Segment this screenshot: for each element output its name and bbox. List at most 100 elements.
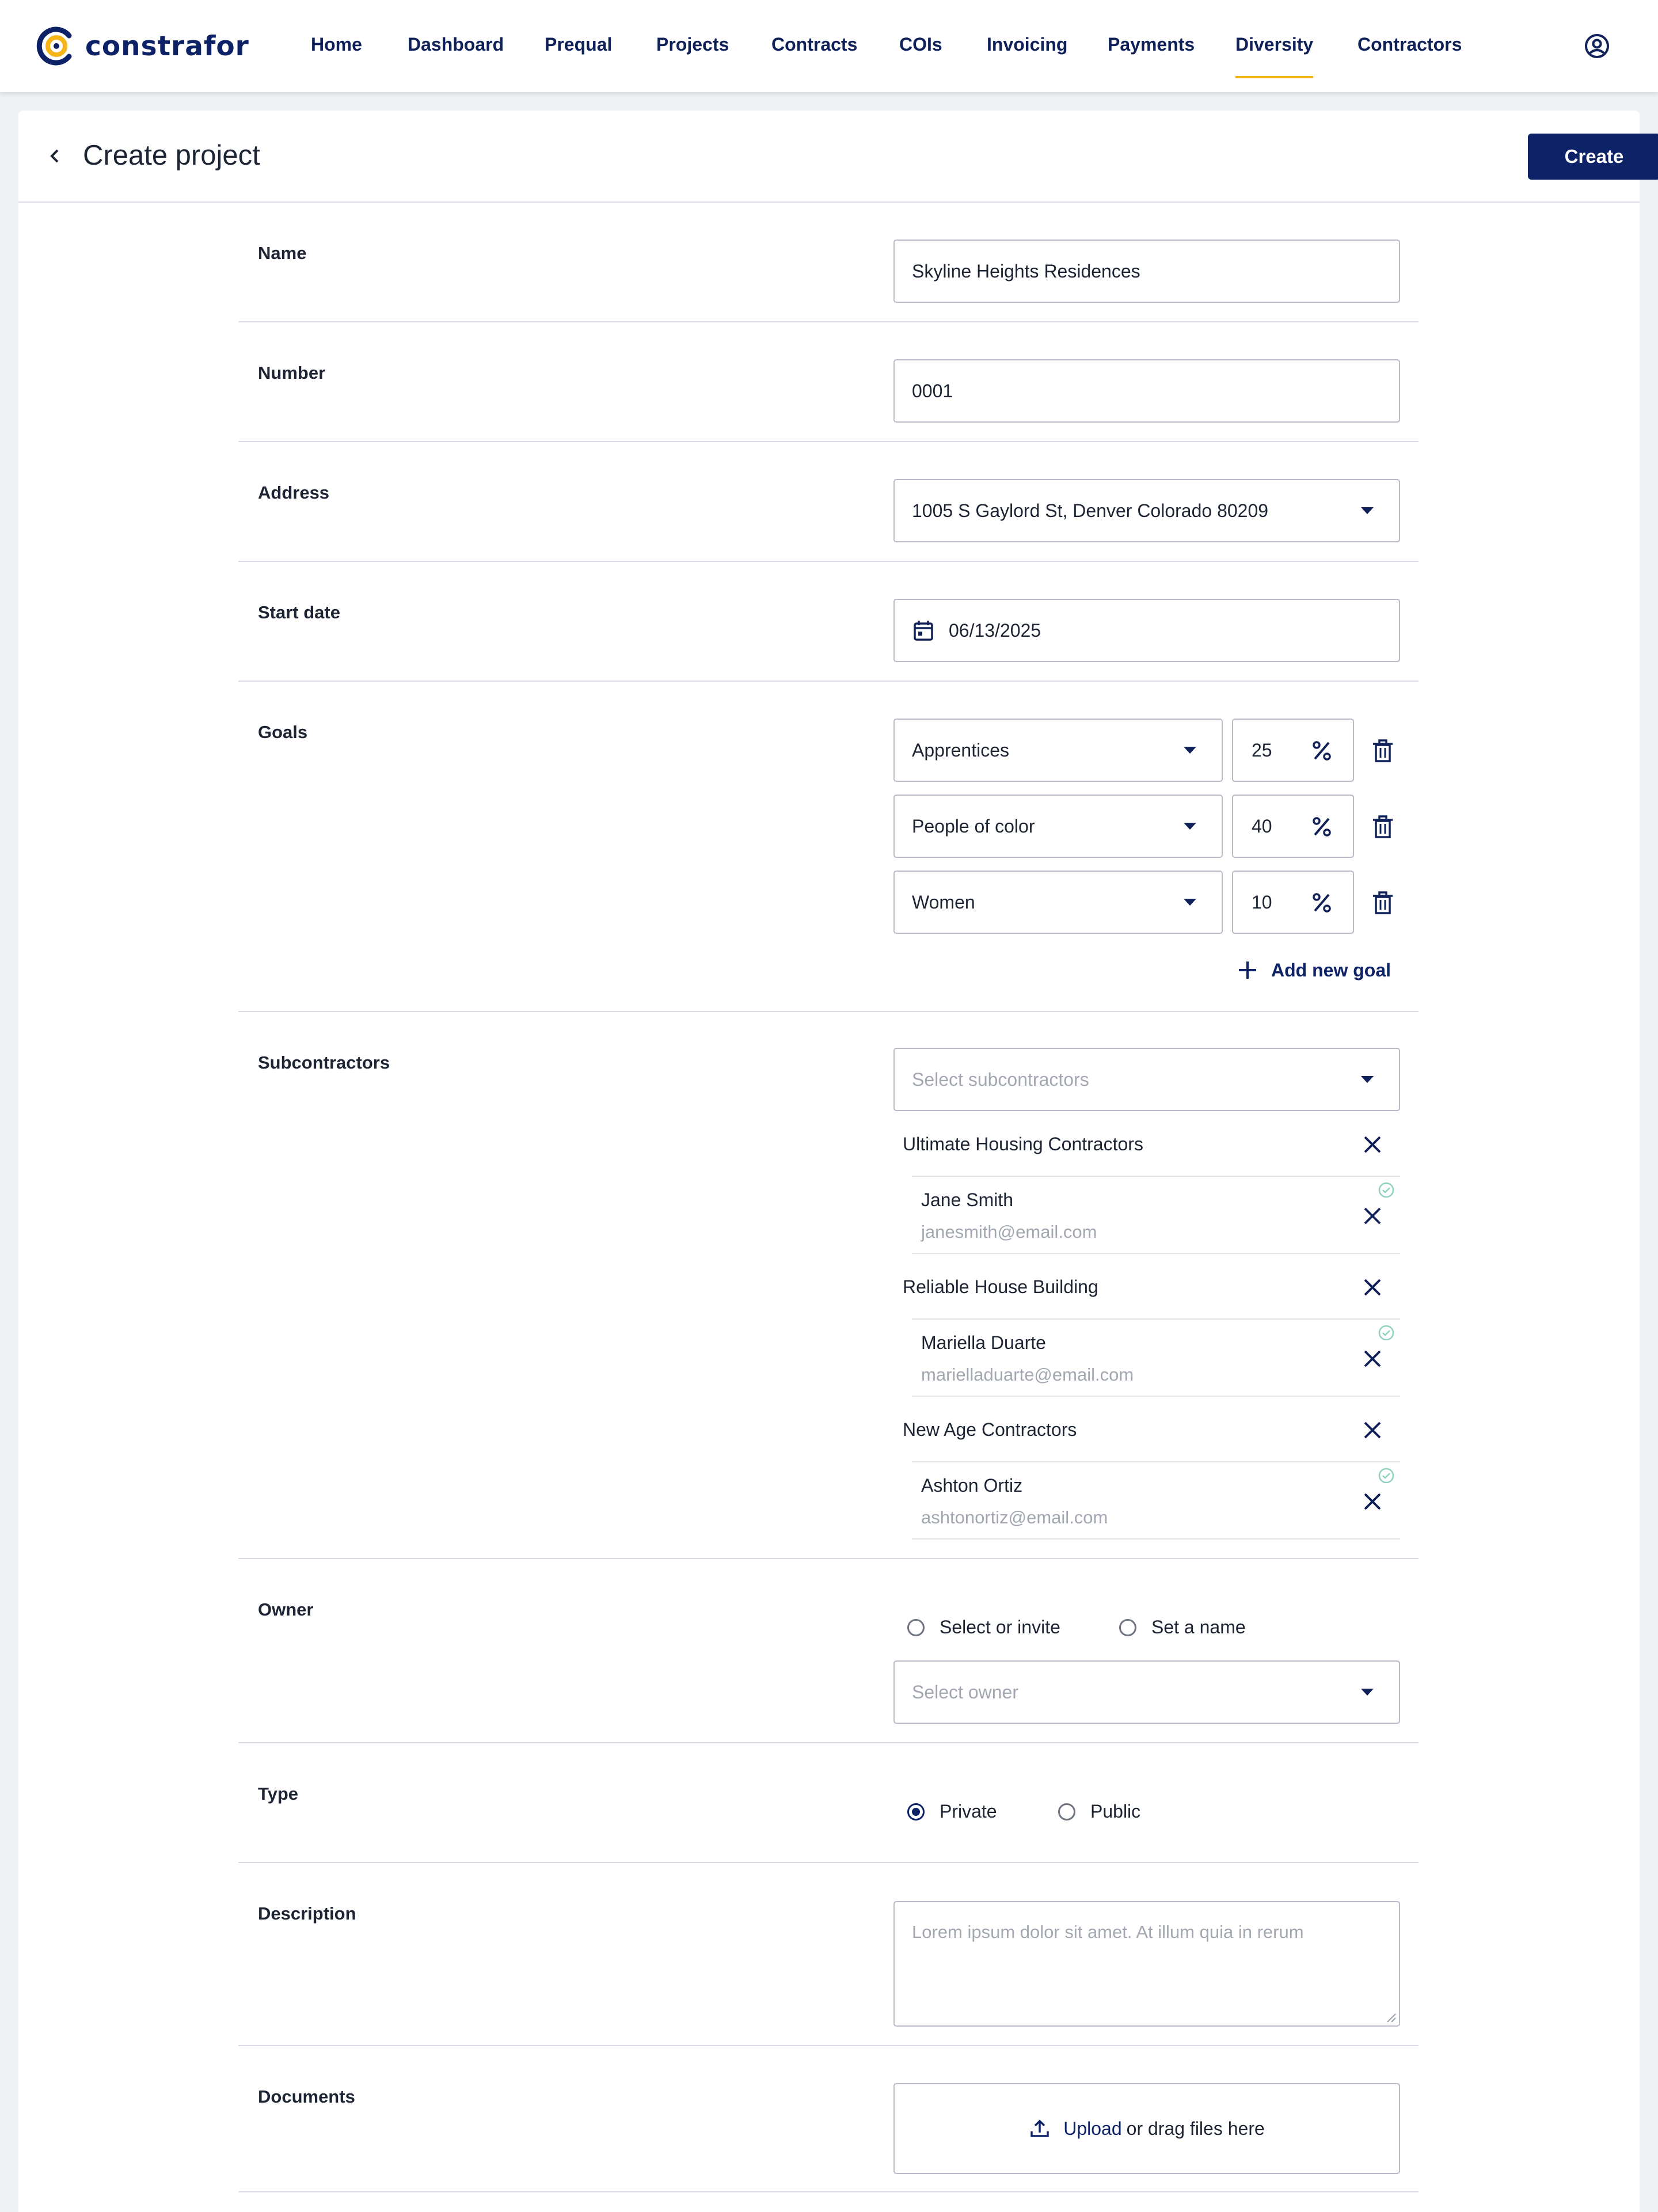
subcontractor-company-name: Reliable House Building bbox=[903, 1276, 1098, 1297]
goal-category-value: Women bbox=[912, 891, 975, 913]
percent-icon bbox=[1313, 893, 1331, 913]
subcontractor-company: Ultimate Housing Contractors bbox=[893, 1112, 1400, 1176]
create-button[interactable]: Create bbox=[1528, 134, 1658, 180]
goal-percent-value: 25 bbox=[1252, 739, 1272, 761]
address-select[interactable]: 1005 S Gaylord St, Denver Colorado 80209 bbox=[893, 479, 1400, 542]
goal-category-select[interactable]: Apprentices bbox=[893, 719, 1223, 782]
close-icon[interactable] bbox=[1362, 1134, 1383, 1155]
nav-prequal[interactable]: Prequal bbox=[545, 30, 612, 78]
subcontractor-company: New Age Contractors bbox=[893, 1398, 1400, 1461]
goal-category-select[interactable]: People of color bbox=[893, 795, 1223, 858]
contact-email: ashtonortiz@email.com bbox=[921, 1507, 1108, 1527]
subcontractor-contact: Ashton Ortiz ashtonortiz@email.com bbox=[912, 1461, 1400, 1540]
type-label: Type bbox=[258, 1784, 299, 1804]
upload-link[interactable]: Upload bbox=[1063, 2118, 1121, 2139]
check-circle-icon bbox=[1378, 1468, 1394, 1484]
trash-icon[interactable] bbox=[1371, 738, 1394, 763]
user-circle-icon[interactable] bbox=[1583, 32, 1611, 60]
nav-contractors[interactable]: Contractors bbox=[1357, 30, 1462, 78]
add-new-goal-button[interactable]: Add new goal bbox=[1237, 956, 1391, 985]
description-textarea[interactable]: Lorem ipsum dolor sit amet. At illum qui… bbox=[893, 1901, 1400, 2027]
goal-category-value: Apprentices bbox=[912, 739, 1009, 761]
goal-percent-input[interactable]: 40 bbox=[1232, 795, 1354, 858]
close-icon[interactable] bbox=[1362, 1277, 1383, 1298]
nav-projects[interactable]: Projects bbox=[656, 30, 729, 78]
address-label: Address bbox=[258, 482, 330, 503]
radio-button[interactable] bbox=[907, 1618, 925, 1636]
type-row: Type bbox=[238, 1743, 1419, 1863]
radio-label: Private bbox=[940, 1801, 997, 1822]
address-value: 1005 S Gaylord St, Denver Colorado 80209 bbox=[912, 500, 1269, 521]
nav-home[interactable]: Home bbox=[311, 30, 362, 78]
brand-name: constrafor bbox=[85, 30, 249, 62]
caret-down-icon bbox=[1361, 1689, 1374, 1696]
contact-name: Mariella Duarte bbox=[921, 1332, 1046, 1353]
description-placeholder: Lorem ipsum dolor sit amet. At illum qui… bbox=[912, 1922, 1304, 1942]
name-label: Name bbox=[258, 243, 307, 263]
trash-icon[interactable] bbox=[1371, 890, 1394, 915]
caret-down-icon bbox=[1184, 747, 1196, 754]
nav-contracts[interactable]: Contracts bbox=[771, 30, 857, 78]
check-circle-icon bbox=[1378, 1182, 1394, 1198]
nav-diversity[interactable]: Diversity bbox=[1235, 30, 1314, 78]
owner-option-set-a-name[interactable]: Set a name bbox=[1119, 1617, 1246, 1638]
subcontractors-label: Subcontractors bbox=[258, 1052, 390, 1073]
goal-percent-input[interactable]: 10 bbox=[1232, 871, 1354, 934]
contact-name: Jane Smith bbox=[921, 1189, 1014, 1210]
nav-cois[interactable]: COIs bbox=[899, 30, 942, 78]
number-label: Number bbox=[258, 363, 326, 383]
resize-grip-icon[interactable] bbox=[1384, 2010, 1397, 2023]
contact-email: marielladuarte@email.com bbox=[921, 1365, 1134, 1385]
plus-icon bbox=[1239, 961, 1256, 979]
type-option-public[interactable]: Public bbox=[1058, 1801, 1140, 1822]
nav-payments[interactable]: Payments bbox=[1108, 30, 1195, 78]
owner-placeholder: Select owner bbox=[912, 1681, 1018, 1702]
subcontractor-contact: Mariella Duarte marielladuarte@email.com bbox=[912, 1318, 1400, 1397]
upload-icon bbox=[1030, 2119, 1049, 2137]
nav-invoicing[interactable]: Invoicing bbox=[987, 30, 1067, 78]
subcontractors-select[interactable]: Select subcontractors bbox=[893, 1048, 1400, 1111]
percent-icon bbox=[1313, 817, 1331, 837]
document-upload-dropzone[interactable]: Upload or drag files here bbox=[893, 2083, 1400, 2174]
subcontractors-placeholder: Select subcontractors bbox=[912, 1069, 1089, 1090]
calendar-icon bbox=[914, 621, 933, 641]
add-new-goal-label: Add new goal bbox=[1271, 959, 1391, 980]
radio-button[interactable] bbox=[1058, 1803, 1075, 1820]
subcontractor-company-name: Ultimate Housing Contractors bbox=[903, 1133, 1143, 1154]
caret-down-icon bbox=[1184, 823, 1196, 830]
goal-percent-value: 40 bbox=[1252, 815, 1272, 837]
goal-percent-value: 10 bbox=[1252, 891, 1272, 913]
caret-down-icon bbox=[1184, 899, 1196, 906]
description-label: Description bbox=[258, 1903, 356, 1924]
caret-down-icon bbox=[1361, 1076, 1374, 1083]
radio-button[interactable] bbox=[907, 1803, 925, 1820]
trash-icon[interactable] bbox=[1371, 814, 1394, 839]
goals-label: Goals bbox=[258, 722, 308, 742]
owner-label: Owner bbox=[258, 1599, 314, 1620]
owner-select[interactable]: Select owner bbox=[893, 1660, 1400, 1724]
subcontractor-contact: Jane Smith janesmith@email.com bbox=[912, 1176, 1400, 1254]
chevron-left-icon[interactable] bbox=[40, 142, 69, 170]
start-date-label: Start date bbox=[258, 602, 340, 622]
owner-option-select-or-invite[interactable]: Select or invite bbox=[907, 1617, 1060, 1638]
number-input[interactable]: 0001 bbox=[893, 359, 1400, 423]
nav-dashboard[interactable]: Dashboard bbox=[408, 30, 504, 78]
goal-category-value: People of color bbox=[912, 815, 1035, 837]
documents-label: Documents bbox=[258, 2086, 355, 2107]
close-icon[interactable] bbox=[1362, 1206, 1383, 1226]
contact-email: janesmith@email.com bbox=[921, 1222, 1097, 1242]
goal-percent-input[interactable]: 25 bbox=[1232, 719, 1354, 782]
goal-category-select[interactable]: Women bbox=[893, 871, 1223, 934]
type-option-private[interactable]: Private bbox=[907, 1801, 997, 1822]
page-title: Create project bbox=[83, 140, 260, 171]
radio-label: Public bbox=[1090, 1801, 1141, 1822]
close-icon[interactable] bbox=[1362, 1348, 1383, 1369]
close-icon[interactable] bbox=[1362, 1420, 1383, 1441]
name-input[interactable]: Skyline Heights Residences bbox=[893, 240, 1400, 303]
brand-logo[interactable]: constrafor bbox=[36, 24, 249, 68]
close-icon[interactable] bbox=[1362, 1491, 1383, 1512]
upload-hint: or drag files here bbox=[1126, 2118, 1265, 2139]
start-date-input[interactable]: 06/13/2025 bbox=[893, 599, 1400, 662]
radio-button[interactable] bbox=[1119, 1618, 1136, 1636]
top-navigation-bar: constrafor Home Dashboard Prequal Projec… bbox=[0, 0, 1658, 92]
